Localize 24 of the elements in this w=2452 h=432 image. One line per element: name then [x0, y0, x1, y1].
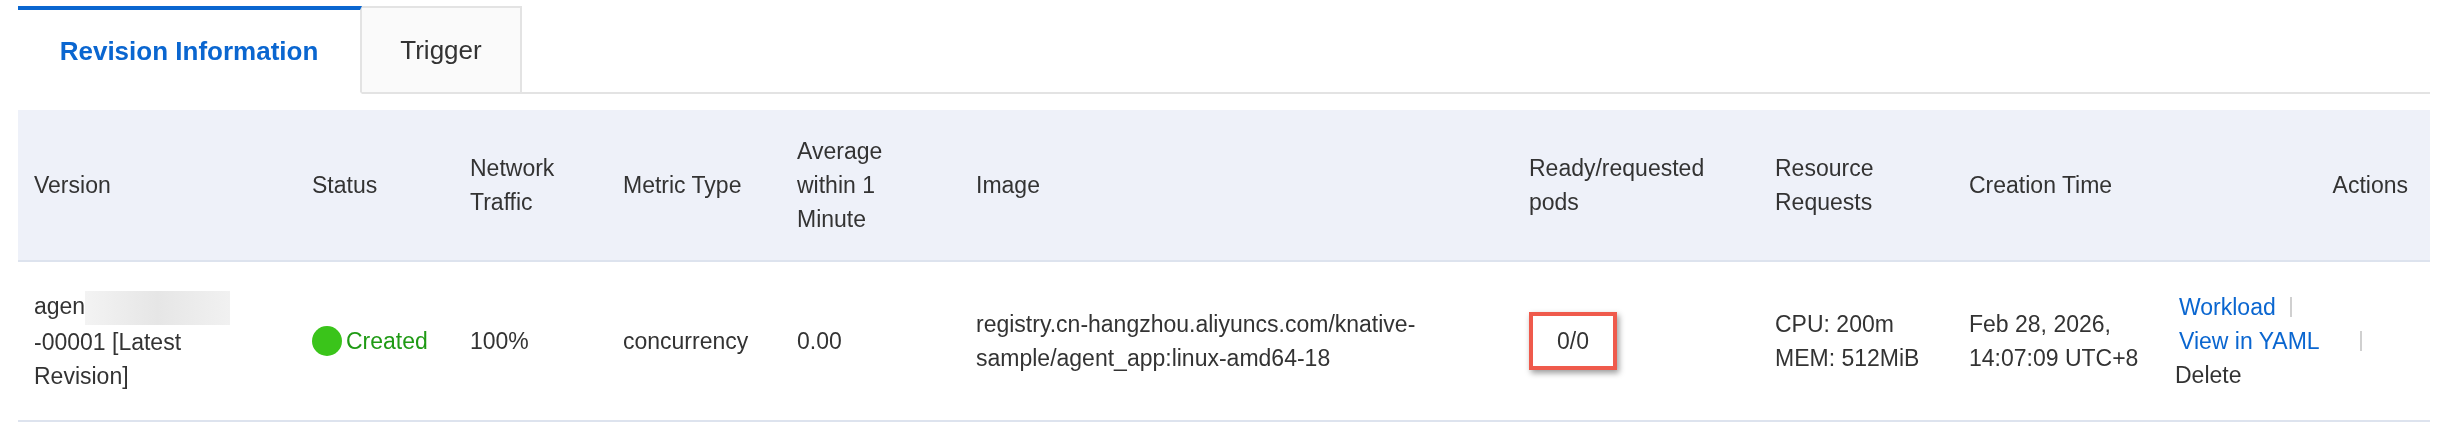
- column-header: Network Traffic: [470, 154, 556, 217]
- table-cell-text: 0.00: [797, 327, 842, 356]
- tab[interactable]: Trigger: [362, 6, 522, 94]
- column-header: Status: [312, 171, 378, 200]
- action-link[interactable]: Workload: [2175, 290, 2280, 324]
- action-link[interactable]: View in YAML: [2175, 324, 2324, 358]
- table-cell: agen -00001 [Latest Revision]: [34, 289, 282, 393]
- status-label: Created: [346, 327, 428, 356]
- column-header: Metric Type: [623, 171, 742, 200]
- column-header: Version: [34, 171, 111, 200]
- table-cell: 0/0: [1529, 312, 1617, 370]
- column-header: Actions: [2332, 171, 2408, 200]
- table-cell-text: Feb 28, 2026, 14:07:09 UTC+8: [1969, 310, 2140, 373]
- table-cell-text: registry.cn-hangzhou.aliyuncs.com/knative-sample/agent_app:linux-amd64-18: [976, 310, 1417, 373]
- table-cell-text: MEM: 512MiB: [1775, 344, 1920, 373]
- column-header: Creation Time: [1969, 171, 2113, 200]
- table-cell-text: CPU: 200m: [1775, 310, 1894, 339]
- table-cell-text: concurrency: [623, 327, 749, 356]
- column-header: Ready/requested pods: [1529, 154, 1706, 217]
- column-header: Average within 1 Minute: [797, 137, 884, 234]
- column-header: Resource Requests: [1775, 154, 1875, 217]
- table-cell-text: 100%: [470, 327, 529, 356]
- column-header: Image: [976, 171, 1040, 200]
- tab[interactable]: Revision Information: [18, 6, 362, 94]
